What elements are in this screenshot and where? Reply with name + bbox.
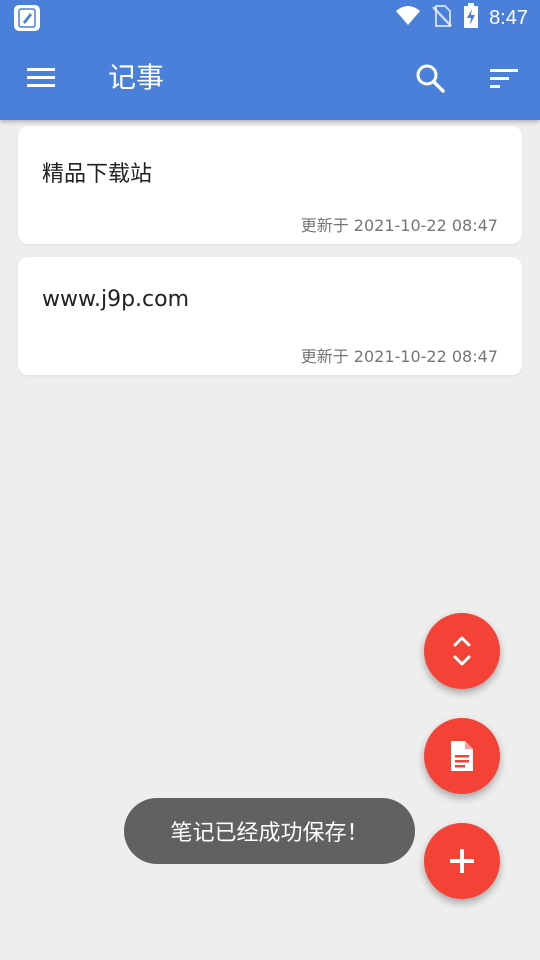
save-success-toast: 笔记已经成功保存！ [124,798,415,864]
page-title: 记事 [108,61,165,94]
menu-icon [27,68,55,87]
sort-button[interactable] [486,64,522,94]
app-bar: 记事 [0,36,540,120]
note-updated-time: 更新于 2021-10-22 08:47 [300,347,498,366]
add-note-button[interactable] [424,823,500,899]
expand-collapse-button[interactable] [424,613,500,689]
sort-icon [490,69,518,88]
note-card[interactable]: 精品下载站 更新于 2021-10-22 08:47 [18,126,522,244]
no-sim-icon [431,4,453,32]
new-document-button[interactable] [424,718,500,794]
toast-message: 笔记已经成功保存！ [170,821,369,846]
add-icon [450,849,474,873]
status-bar: 8:47 [0,0,540,36]
expand-collapse-icon [453,636,471,666]
notes-app-icon [14,5,40,31]
note-title: www.j9p.com [42,287,190,312]
search-button[interactable] [414,62,448,96]
note-card[interactable]: www.j9p.com 更新于 2021-10-22 08:47 [18,257,522,375]
note-title: 精品下载站 [42,162,153,187]
clock: 8:47 [489,6,528,29]
document-icon [451,741,473,771]
search-icon [416,64,445,93]
note-updated-time: 更新于 2021-10-22 08:47 [300,216,498,235]
wifi-icon [395,5,421,31]
battery-charging-icon [463,3,479,33]
menu-button[interactable] [24,64,60,92]
